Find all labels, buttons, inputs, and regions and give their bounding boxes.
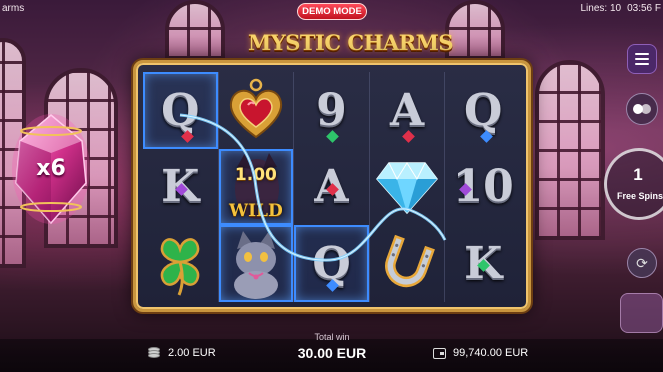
background-window-top-right: [445, 0, 505, 60]
autoplay-icon: ⟳: [636, 254, 648, 271]
bet-value: 2.00 EUR: [168, 347, 216, 359]
background-window-top-center: [165, 0, 225, 60]
wild-multiplier-value: 1.00: [234, 164, 277, 185]
free-spins-count: 1: [633, 165, 643, 184]
multiplier-crystal: x6: [12, 113, 90, 225]
free-spins-counter: 1 Free Spins: [604, 148, 663, 220]
symbol-9: 9: [316, 84, 347, 136]
background-window-right: [535, 60, 605, 240]
clock: 03:56 F: [627, 3, 661, 14]
total-win-value: 30.00 EUR: [297, 345, 367, 361]
lines-count: Lines: 10: [580, 3, 622, 14]
autoplay-button[interactable]: ⟳: [627, 248, 657, 278]
game-title-fragment: arms: [2, 3, 25, 14]
balance-value: 99,740.00 EUR: [453, 347, 529, 359]
bet-amount[interactable]: 2.00 EUR: [148, 347, 216, 359]
reel-cell-r2-c4: [370, 148, 446, 226]
reel-cell-r3-c1: [143, 225, 219, 302]
toggle-button[interactable]: [626, 93, 658, 125]
reel-cell-r2-c3: A: [294, 148, 370, 226]
wild-label: WILD: [229, 201, 283, 222]
free-spins-label: Free Spins: [617, 191, 663, 201]
reel-cell-r3-c3: Q: [294, 225, 370, 302]
reel-cell-r1-c3: 9: [294, 72, 370, 149]
cat-wild-icon: [233, 230, 278, 299]
reel-cell-r3-c5: K: [445, 225, 521, 302]
wallet-icon: [433, 347, 446, 359]
hamburger-menu-icon: [635, 53, 649, 55]
reel-cell-r1-c1: Q: [143, 72, 219, 149]
game-logo: MYSTIC CHARMS: [248, 30, 454, 55]
reel-cell-r2-c2: 1.00 WILD: [218, 148, 295, 226]
symbol-q: Q: [464, 84, 503, 136]
total-win-label: Total win: [314, 332, 350, 342]
reel-cell-r3-c2: [218, 225, 295, 302]
reel-cell-r1-c5: Q: [445, 72, 521, 149]
status-info: Lines: 10 03:56 F: [580, 3, 661, 14]
reel-grid: Q 9 A Q K 1.00 WILD A: [143, 72, 521, 302]
reel-cell-r3-c4: [370, 225, 446, 302]
horseshoe-icon: [385, 234, 436, 287]
multiplier-value: x6: [36, 156, 66, 181]
balance: 99,740.00 EUR: [433, 347, 528, 359]
spin-button[interactable]: [620, 293, 663, 333]
coins-icon: [148, 347, 162, 359]
reel-cell-r2-c5: 10: [445, 149, 521, 226]
diamond-icon: [376, 162, 439, 215]
symbol-a: A: [390, 84, 425, 136]
four-leaf-clover-icon: [161, 237, 200, 296]
heart-locket-icon: [229, 79, 282, 139]
demo-mode-badge: DEMO MODE: [297, 3, 367, 20]
menu-button[interactable]: [627, 44, 657, 74]
reel-cell-r1-c4: A: [370, 72, 446, 149]
symbol-q: Q: [161, 84, 200, 136]
reel-cell-r2-c1: K: [143, 148, 219, 226]
reel-cell-r1-c2: [219, 72, 295, 149]
